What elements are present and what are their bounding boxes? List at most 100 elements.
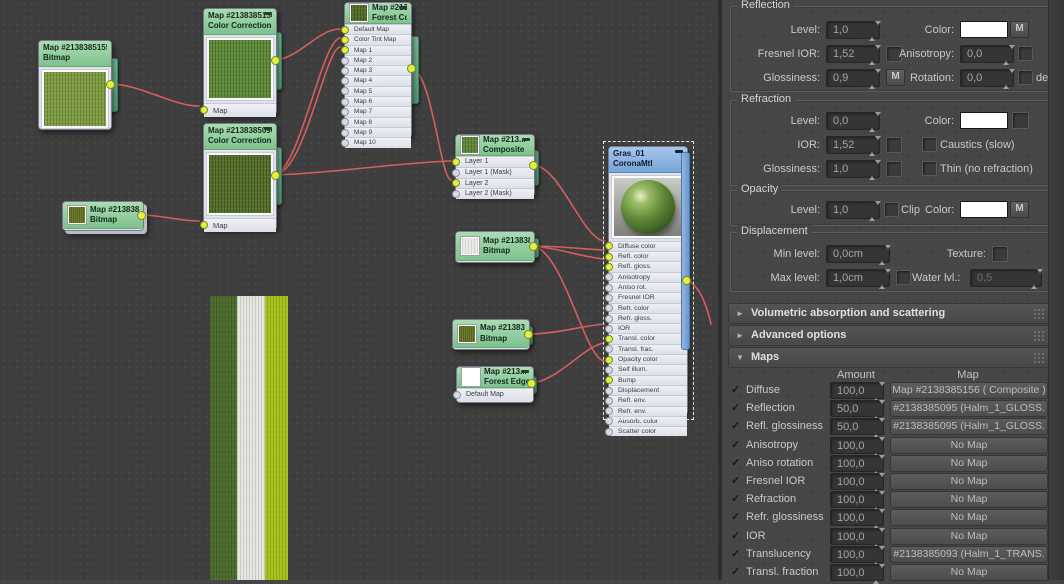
node-scrollbar[interactable]	[681, 152, 690, 350]
refraction-color-map-slot[interactable]	[1012, 112, 1029, 129]
displacement-texture-slot[interactable]	[992, 246, 1008, 262]
water-level-spinner[interactable]: 0,5	[970, 269, 1042, 287]
node-input-slot[interactable]: Diffuse color	[609, 241, 687, 251]
map-checkbox[interactable]: ✓	[731, 402, 743, 414]
map-amount-spinner[interactable]: 100,0	[830, 382, 884, 399]
map-slot-button[interactable]: #2138385095 (Halm_1_GLOSS.	[890, 418, 1048, 435]
node-input-slot[interactable]: Color Tint Map	[345, 34, 411, 44]
node-input-slot[interactable]: Map	[204, 103, 276, 117]
output-socket[interactable]	[271, 56, 280, 65]
node-coronamtl-gras01[interactable]: Gras_01 CoronaMtl Diffuse color Refl. co…	[608, 146, 688, 415]
map-slot-button[interactable]: No Map	[890, 491, 1048, 508]
input-socket[interactable]	[605, 253, 613, 261]
node-input-slot[interactable]: Map 7	[345, 106, 411, 116]
map-slot-button[interactable]: No Map	[890, 528, 1048, 545]
reflection-color-map-button[interactable]: M	[1010, 21, 1029, 38]
panel-scrollbar[interactable]	[1048, 0, 1064, 580]
map-amount-spinner[interactable]: 100,0	[830, 437, 884, 454]
input-socket[interactable]	[341, 67, 349, 75]
node-collapse-icon[interactable]	[264, 12, 272, 15]
reflection-glossiness-spinner[interactable]: 0,9	[826, 69, 880, 87]
node-colorcorrection-2138385096[interactable]: Map #2138385096 Color Correction Map	[203, 123, 277, 230]
input-socket[interactable]	[605, 294, 613, 302]
map-slot-button[interactable]: No Map	[890, 473, 1048, 490]
map-slot-button[interactable]: No Map	[890, 455, 1048, 472]
input-socket[interactable]	[605, 356, 613, 364]
map-amount-spinner[interactable]: 100,0	[830, 491, 884, 508]
node-input-slot[interactable]: Refl. env.	[609, 395, 687, 405]
reflection-level-spinner[interactable]: 1,0	[826, 21, 880, 39]
fresnel-ior-spinner[interactable]: 1,52	[826, 45, 880, 63]
input-socket[interactable]	[605, 376, 613, 384]
node-composite[interactable]: Map #213... Composite Layer 1 Layer 1 (M…	[455, 134, 535, 197]
node-input-slot[interactable]: Layer 2	[456, 178, 534, 189]
node-wire[interactable]	[110, 84, 199, 106]
node-input-slot[interactable]: Aniso rot.	[609, 282, 687, 292]
node-input-slot[interactable]: Scatter color	[609, 426, 687, 436]
refraction-color-swatch[interactable]	[960, 112, 1008, 129]
map-checkbox[interactable]: ✓	[731, 475, 743, 487]
map-check box[interactable]: ✓	[731, 530, 743, 542]
thin-checkbox[interactable]	[922, 161, 937, 176]
input-socket[interactable]	[605, 387, 613, 395]
node-header[interactable]: Map #213... Composite	[456, 135, 534, 156]
node-input-slot[interactable]: Refr. color	[609, 303, 687, 313]
node-wire[interactable]	[533, 165, 604, 241]
map-checkbox[interactable]: ✓	[731, 548, 743, 560]
node-colorcorrection-2138385154[interactable]: Map #2138385154 Color Correction Map	[203, 8, 277, 115]
output-socket[interactable]	[529, 161, 538, 170]
map-amount-spinner[interactable]: 100,0	[830, 564, 884, 581]
map-slot-button[interactable]: #2138385093 (Halm_1_TRANS.	[890, 546, 1048, 563]
input-socket[interactable]	[452, 190, 460, 198]
input-socket[interactable]	[605, 304, 613, 312]
opacity-level-spinner[interactable]: 1,0	[826, 201, 880, 219]
map-checkbox[interactable]: ✓	[731, 420, 743, 432]
node-input-slot[interactable]: Fresnel IOR	[609, 292, 687, 302]
input-socket[interactable]	[605, 335, 613, 343]
node-input-slot[interactable]: Layer 1 (Mask)	[456, 167, 534, 178]
node-input-slot[interactable]: Map 10	[345, 137, 411, 147]
input-socket[interactable]	[605, 242, 613, 250]
rollout-grip-icon[interactable]	[1033, 352, 1044, 363]
input-socket[interactable]	[605, 315, 613, 323]
node-forest-edge[interactable]: Map #213... Forest Edge Default Map	[456, 366, 534, 403]
node-input-slot[interactable]: Map 8	[345, 117, 411, 127]
map-amount-spinner[interactable]: 100,0	[830, 473, 884, 490]
node-header[interactable]: Map #2138385155 Bitmap	[39, 41, 111, 67]
node-input-slot[interactable]: Default Map	[457, 388, 533, 401]
input-socket[interactable]	[341, 129, 349, 137]
map-checkbox[interactable]: ✓	[731, 439, 743, 451]
input-socket[interactable]	[605, 345, 613, 353]
node-input-slot[interactable]: Refl. color	[609, 251, 687, 261]
output-socket[interactable]	[137, 211, 146, 220]
input-socket[interactable]	[605, 284, 613, 292]
output-socket[interactable]	[529, 242, 538, 251]
map-checkbox[interactable]: ✓	[731, 511, 743, 523]
map-amount-spinner[interactable]: 50,0	[830, 418, 884, 435]
refraction-level-spinner[interactable]: 0,0	[826, 112, 880, 130]
node-bitmap-2138385155[interactable]: Map #2138385155 Bitmap	[38, 40, 112, 130]
clip-checkbox[interactable]	[884, 202, 899, 217]
input-socket[interactable]	[605, 407, 613, 415]
output-socket[interactable]	[407, 64, 416, 73]
reflection-color-swatch[interactable]	[960, 21, 1008, 38]
input-socket[interactable]	[605, 366, 613, 374]
node-collapse-icon[interactable]	[521, 370, 529, 373]
node-bitmap-translucency[interactable]: Map #213838... Bitmap	[452, 319, 530, 350]
input-socket[interactable]	[341, 139, 349, 147]
node-header[interactable]: Gras_01 CoronaMtl	[609, 147, 687, 173]
node-input-slot[interactable]: Map 6	[345, 96, 411, 106]
anisotropy-spinner[interactable]: 0,0	[960, 45, 1014, 63]
map-slot-button[interactable]: Map #2138385156 ( Composite )	[890, 382, 1048, 399]
node-input-slot[interactable]: Refr. gloss.	[609, 313, 687, 323]
node-input-slot[interactable]: Absorb. color	[609, 416, 687, 426]
input-socket[interactable]	[605, 417, 613, 425]
rollout-maps[interactable]: ▼ Maps	[728, 347, 1050, 368]
node-input-slot[interactable]: Refl. gloss.	[609, 261, 687, 271]
node-wire[interactable]	[275, 161, 451, 175]
input-socket[interactable]	[341, 77, 349, 85]
input-socket[interactable]	[341, 36, 349, 44]
node-header[interactable]: Map #213... Forest Edge	[457, 367, 533, 388]
input-socket[interactable]	[341, 98, 349, 106]
node-header[interactable]: Map #2138385096 Color Correction	[204, 124, 276, 150]
